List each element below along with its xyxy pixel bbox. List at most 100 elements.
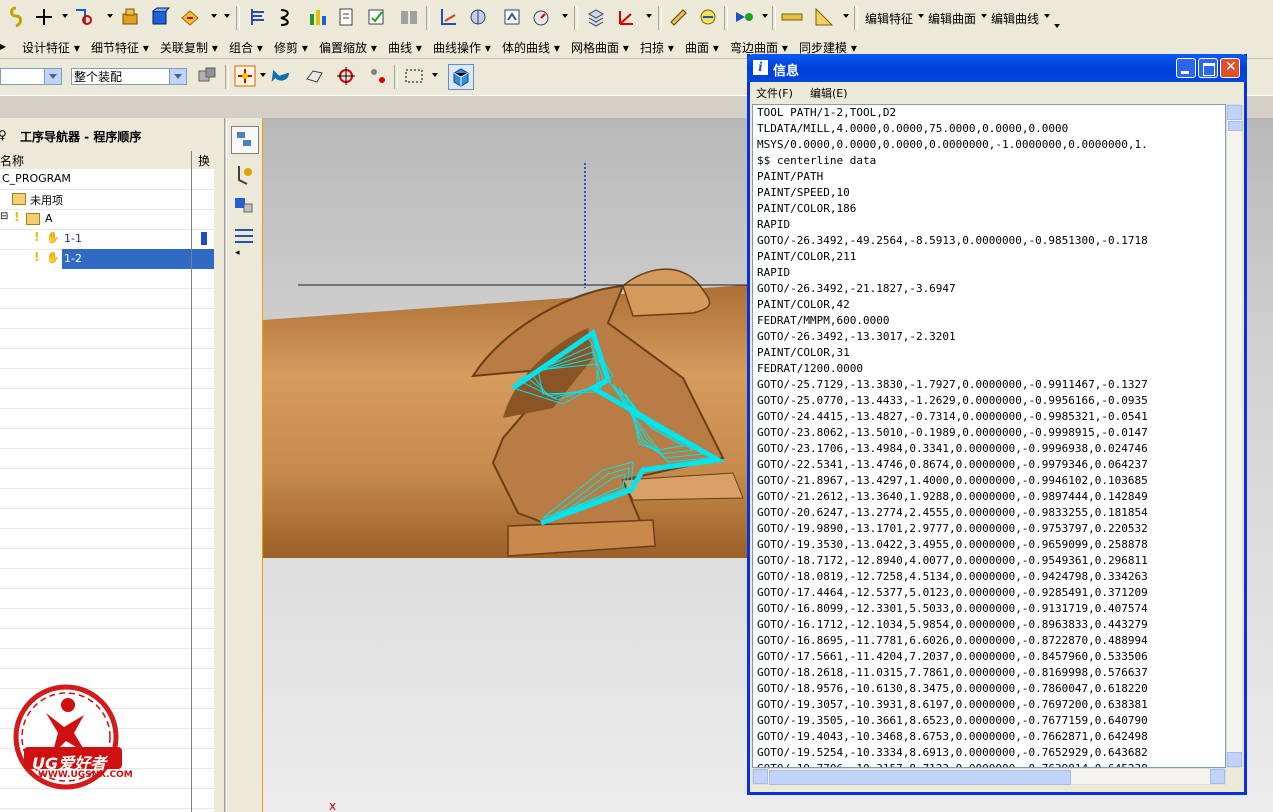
info-titlebar[interactable]: i 信息 ✕	[747, 54, 1247, 82]
point-dropdown-icon[interactable]	[62, 14, 68, 18]
edit-surface-menu[interactable]: 编辑曲面	[928, 10, 976, 27]
wcs-icon[interactable]	[614, 5, 638, 29]
menu-item-associative-copy[interactable]: 关联复制 ▾	[160, 39, 218, 56]
scroll-thumb[interactable]	[1228, 121, 1243, 131]
show-hide-icon[interactable]	[366, 64, 390, 88]
shop-docs-icon[interactable]	[397, 5, 421, 29]
scroll-right-icon[interactable]	[1210, 769, 1225, 784]
display-mode-icon[interactable]	[732, 5, 756, 29]
snap-icon[interactable]	[4, 5, 28, 29]
menu-file[interactable]: 文件(F)	[756, 85, 793, 101]
tools-dropdown-icon[interactable]	[843, 14, 849, 18]
filter-combo[interactable]	[0, 68, 62, 85]
vertical-scrollbar[interactable]	[1226, 104, 1243, 768]
menu-item-curve-ops[interactable]: 曲线操作 ▾	[433, 39, 491, 56]
scroll-down-icon[interactable]	[1227, 752, 1242, 767]
toolbar-more-icon[interactable]	[1054, 24, 1060, 28]
menu-item-detail-feature[interactable]: 细节特征 ▾	[91, 39, 149, 56]
extrude-icon[interactable]	[118, 5, 142, 29]
feature-op-icon[interactable]	[178, 5, 202, 29]
edit-feature-menu[interactable]: 编辑特征	[865, 10, 913, 27]
scroll-thumb[interactable]	[769, 770, 1071, 785]
toolbar-separator	[426, 6, 430, 30]
feature-dropdown-icon[interactable]	[211, 14, 217, 18]
triangle-icon[interactable]	[812, 5, 836, 29]
menu-item-trim[interactable]: 修剪 ▾	[274, 39, 308, 56]
pin-icon[interactable]: ♀	[0, 128, 7, 142]
view-cube-icon[interactable]	[448, 64, 474, 90]
history-icon[interactable]	[231, 222, 257, 248]
snap-dropdown-icon[interactable]	[260, 73, 266, 77]
edit-feature-dropdown-icon[interactable]	[918, 14, 924, 18]
layers-icon[interactable]	[584, 5, 608, 29]
info-window: i 信息 ✕ 文件(F) 编辑(E) TOOL PATH/1-2,TOOL,D2…	[747, 54, 1247, 795]
minimize-button[interactable]	[1176, 58, 1196, 78]
wcs-dropdown-icon[interactable]	[646, 14, 652, 18]
machine-tool-icon[interactable]	[231, 162, 257, 188]
ruler-icon[interactable]	[780, 5, 804, 29]
tree-row-program-a[interactable]: ⊟ ! A	[0, 209, 214, 230]
info-text-area[interactable]: TOOL PATH/1-2,TOOL,D2 TLDATA/MILL,4.0000,…	[752, 104, 1226, 768]
folder-icon	[26, 213, 40, 225]
column-name-header[interactable]: 名称	[0, 152, 24, 169]
close-button[interactable]: ✕	[1220, 58, 1240, 78]
part-nav-icon[interactable]	[231, 192, 257, 218]
maximize-button[interactable]	[1198, 58, 1218, 78]
datum-dropdown-icon[interactable]	[107, 14, 113, 18]
tree-row-op-1-2[interactable]: ! ✋ 1-2	[0, 249, 214, 270]
chevron-down-icon[interactable]	[44, 69, 61, 84]
rectangle-select-icon[interactable]	[402, 64, 426, 88]
undo-arrow-icon[interactable]	[270, 64, 294, 88]
info-text-line: GOTO/-16.8695,-11.7781,6.6026,0.0000000,…	[757, 634, 1148, 647]
menu-item-surface[interactable]: 曲面 ▾	[685, 39, 719, 56]
edit-curve-menu[interactable]: 编辑曲线	[991, 10, 1039, 27]
create-program-icon[interactable]	[275, 5, 299, 29]
ug-watermark-logo: UG爱好者 WWW.UGSNX.COM	[8, 683, 133, 795]
menu-item-mesh-surface[interactable]: 网格曲面 ▾	[571, 39, 629, 56]
program-view-icon[interactable]	[436, 5, 460, 29]
scroll-left-icon[interactable]	[753, 769, 768, 784]
generate-toolpath-icon[interactable]	[305, 5, 329, 29]
menu-item-curve[interactable]: 曲线 ▾	[388, 39, 422, 56]
menu-item-sweep[interactable]: 扫掠 ▾	[640, 39, 674, 56]
edit-curve-dropdown-icon[interactable]	[1044, 14, 1050, 18]
chevron-down-icon[interactable]	[169, 69, 186, 84]
watermark-url: WWW.UGSNX.COM	[38, 770, 133, 780]
postprocess-icon[interactable]	[365, 5, 389, 29]
datum-plane-icon[interactable]	[72, 5, 96, 29]
toolbar-options-icon[interactable]	[224, 14, 230, 18]
menu-item-design-feature[interactable]: 设计特征 ▾	[22, 39, 80, 56]
snap-point-icon[interactable]	[233, 64, 257, 88]
scope-combo[interactable]: 整个装配	[71, 68, 187, 85]
collapse-icon[interactable]: ⊟	[0, 211, 8, 222]
horizontal-scrollbar[interactable]	[752, 768, 1226, 785]
edit-surface-dropdown-icon[interactable]	[981, 14, 987, 18]
tree-row-unused[interactable]: 未用项	[0, 189, 214, 210]
scroll-up-icon[interactable]	[1227, 105, 1242, 120]
select-dropdown-icon[interactable]	[432, 73, 438, 77]
view-dropdown-icon[interactable]	[562, 14, 568, 18]
display-dropdown-icon[interactable]	[762, 14, 768, 18]
analysis-icon[interactable]	[696, 5, 720, 29]
geometry-view-icon[interactable]	[500, 5, 524, 29]
measure-icon[interactable]	[666, 5, 690, 29]
crosshair-icon[interactable]	[334, 64, 358, 88]
tree-row-program-root[interactable]: C_PROGRAM	[0, 169, 214, 190]
navigator-tab-icon[interactable]	[231, 126, 259, 154]
assembly-select-icon[interactable]	[195, 64, 219, 88]
wireframe-icon[interactable]	[302, 64, 326, 88]
block-icon[interactable]	[148, 5, 172, 29]
machine-view-icon[interactable]	[466, 5, 490, 29]
create-operation-icon[interactable]	[245, 5, 269, 29]
tree-row-op-1-1[interactable]: ! ✋ 1-1	[0, 229, 214, 250]
column-change-header[interactable]: 换	[198, 152, 210, 169]
menu-item-offset-scale[interactable]: 偏置缩放 ▾	[319, 39, 377, 56]
method-view-icon[interactable]	[530, 5, 554, 29]
operation-icon: ✋	[46, 251, 60, 264]
menu-item-combine[interactable]: 组合 ▾	[229, 39, 263, 56]
collapse-arrow-icon[interactable]: ◂	[235, 248, 240, 258]
menu-item-body-curve[interactable]: 体的曲线 ▾	[502, 39, 560, 56]
verify-icon[interactable]	[335, 5, 359, 29]
menu-edit[interactable]: 编辑(E)	[810, 85, 848, 101]
point-icon[interactable]	[32, 5, 56, 29]
